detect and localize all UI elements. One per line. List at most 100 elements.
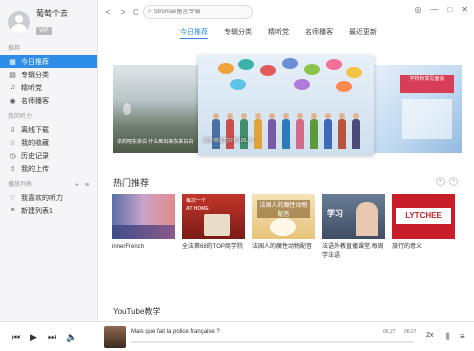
album-card[interactable]: innerFrench <box>112 194 175 261</box>
sidebar-item-intensive[interactable]: ♫ 精听党 <box>0 81 97 94</box>
tab-today[interactable]: 今日推荐 <box>180 27 208 39</box>
hot-section-nav: < > <box>436 177 458 186</box>
album-title[interactable]: 全法第68的TOP商学院 <box>182 243 245 252</box>
sidebar-item-podcasts[interactable]: ◉ 名师播客 <box>0 94 97 107</box>
sidebar-item-label: 我的上传 <box>21 165 49 173</box>
back-button[interactable]: < <box>102 7 114 17</box>
sidebar-item-label: 名师播客 <box>21 97 49 105</box>
album-icon: ▤ <box>9 71 16 79</box>
album-card[interactable]: LYTCHEE 旅行的意义 <box>392 194 455 261</box>
sidebar-item-uploads[interactable]: ⇧ 我的上传 <box>0 162 97 175</box>
banner-slide-right[interactable]: 学校秋季见面会 <box>362 65 462 153</box>
maximize-icon[interactable]: □ <box>447 5 452 14</box>
album-title[interactable]: 法国人的魔性动物配音 <box>252 243 315 252</box>
person-figure <box>324 113 332 149</box>
album-title[interactable]: innerFrench <box>112 243 175 252</box>
search-box[interactable]: ⌕ <box>142 5 253 19</box>
podcast-icon: ◉ <box>9 97 16 105</box>
person-figure <box>226 113 234 149</box>
person-figure <box>212 113 220 149</box>
total-time: 06:27 <box>404 329 417 335</box>
minimize-icon[interactable]: — <box>430 5 438 14</box>
avatar[interactable] <box>8 11 30 33</box>
calendar-icon: ▦ <box>9 58 16 66</box>
thumbnail-animal <box>270 218 296 236</box>
playlist-icon[interactable]: ≡ <box>460 332 465 341</box>
app-window: 葡萄个去 VIP 推荐 ▦ 今日推荐 ▤ 专辑分类 ♫ 精听党 ◉ 名师播客 我… <box>0 0 474 351</box>
album-thumbnail[interactable]: 法国人的魔性动物配音 <box>252 194 315 239</box>
speed-button[interactable]: 2x <box>426 332 433 339</box>
section-title-mine: 我的听力 <box>8 114 33 120</box>
prev-page-button[interactable]: < <box>436 177 445 186</box>
banner-slide-center[interactable]: 如果地球村只有100人？ <box>198 55 374 155</box>
person-figure <box>338 113 346 149</box>
close-icon[interactable]: ✕ <box>461 5 468 14</box>
upload-icon: ⇧ <box>9 165 16 173</box>
forward-button[interactable]: > <box>117 7 129 17</box>
sidebar-item-label: 我的收藏 <box>21 139 49 147</box>
sidebar-item-today[interactable]: ▦ 今日推荐 <box>0 55 97 68</box>
next-page-button[interactable]: > <box>449 177 458 186</box>
album-card[interactable]: 学习 法语外教直播课堂,每周学法语 <box>322 194 385 261</box>
profile[interactable]: 葡萄个去 VIP <box>0 0 97 44</box>
tab-bar: 今日推荐 专辑分类 精听党 名师播客 最近更新 <box>180 27 377 39</box>
track-title: Mais que fait la police française ? <box>131 329 220 335</box>
thumbnail-person <box>356 202 378 236</box>
album-title[interactable]: 法语外教直播课堂,每周学法语 <box>322 243 385 261</box>
speech-bubble <box>304 64 320 75</box>
play-icon[interactable]: ▶ <box>30 332 37 343</box>
sidebar-item-label: 我喜欢的听力 <box>21 194 63 202</box>
speech-bubble <box>346 67 362 78</box>
heart-icon: ♡ <box>9 194 16 202</box>
sidebar-item-albums[interactable]: ▤ 专辑分类 <box>0 68 97 81</box>
sidebar-item-label: 离线下载 <box>21 126 49 134</box>
sidebar-item-history[interactable]: ◷ 历史记录 <box>0 149 97 162</box>
banner-caption: 如果地球村只有100人？ <box>203 138 257 144</box>
person-figure <box>268 113 276 149</box>
thumbnail-photo <box>204 214 230 236</box>
sidebar-item-liked[interactable]: ♡ 我喜欢的听力 <box>0 191 97 204</box>
download-icon: ⇩ <box>9 126 16 134</box>
album-thumbnail[interactable]: LYTCHEE <box>392 194 455 239</box>
volume-icon[interactable]: 🔈 <box>66 332 77 343</box>
thumbnail-badge: AT HOME <box>186 206 209 212</box>
person-figure <box>254 113 262 149</box>
tab-intensive[interactable]: 精听党 <box>268 27 289 39</box>
speech-bubble <box>238 59 254 70</box>
speech-bubble <box>336 81 352 92</box>
sidebar-item-new-list[interactable]: ≡ 新建列表1 <box>0 204 97 217</box>
list-icon: ≡ <box>10 207 15 214</box>
album-thumbnail[interactable]: 每次一个 AT HOME <box>182 194 245 239</box>
hot-cards: innerFrench 每次一个 AT HOME 全法第68的TOP商学院 法国… <box>112 194 455 261</box>
settings-icon[interactable]: ◎ <box>414 5 421 14</box>
album-thumbnail[interactable] <box>112 194 175 239</box>
tab-albums[interactable]: 专辑分类 <box>224 27 252 39</box>
thumbnail-title: 学习 <box>327 209 343 218</box>
speech-bubble <box>326 59 342 70</box>
track-cover[interactable] <box>104 326 126 348</box>
album-title[interactable]: 旅行的意义 <box>392 243 455 252</box>
album-card[interactable]: 每次一个 AT HOME 全法第68的TOP商学院 <box>182 194 245 261</box>
speech-bubble <box>294 79 310 90</box>
progress-bar[interactable] <box>131 341 414 343</box>
refresh-icon[interactable]: C <box>133 8 139 17</box>
sidebar-item-favorites[interactable]: ☆ 我的收藏 <box>0 136 97 149</box>
sidebar-item-label: 精听党 <box>21 84 42 92</box>
search-input[interactable] <box>153 9 244 15</box>
lytchee-logo: LYTCHEE <box>396 208 451 224</box>
prev-slide-icon[interactable] <box>123 103 131 115</box>
username: 葡萄个去 <box>36 8 68 18</box>
youtube-section-title: YouTube教学 <box>113 307 161 316</box>
album-thumbnail[interactable]: 学习 <box>322 194 385 239</box>
album-card[interactable]: 法国人的魔性动物配音 法国人的魔性动物配音 <box>252 194 315 261</box>
sidebar-item-downloads[interactable]: ⇩ 离线下载 <box>0 123 97 136</box>
equalizer-icon[interactable]: ⫼ <box>446 332 450 342</box>
speech-bubble <box>260 65 276 76</box>
previous-track-icon[interactable]: ⏮ <box>12 332 20 343</box>
tab-podcasts[interactable]: 名师播客 <box>305 27 333 39</box>
next-track-icon[interactable]: ⏭ <box>48 332 56 343</box>
vip-badge: VIP <box>36 26 52 35</box>
tab-recent[interactable]: 最近更新 <box>349 27 377 39</box>
poster-image <box>402 99 452 139</box>
playlist-actions[interactable]: + ≡ <box>75 182 91 189</box>
